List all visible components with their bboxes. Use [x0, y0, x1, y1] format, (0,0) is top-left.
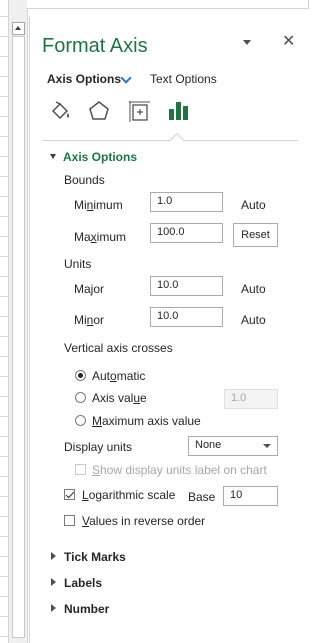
- bounds-label: Bounds: [64, 173, 105, 187]
- number-section[interactable]: Number: [64, 602, 109, 616]
- logarithmic-scale-label[interactable]: Logarithmic scale: [82, 488, 175, 502]
- maximum-axis-value-label[interactable]: Maximum axis value: [92, 414, 201, 428]
- expand-arrow-icon[interactable]: [51, 604, 56, 612]
- axis-options-header[interactable]: Axis Options: [63, 150, 137, 164]
- reset-button[interactable]: Reset: [233, 223, 278, 247]
- tab-axis-options[interactable]: Axis Options: [47, 72, 121, 86]
- worksheet-edge: [0, 0, 9, 643]
- expand-arrow-icon[interactable]: [50, 154, 56, 159]
- vertical-scrollbar[interactable]: [9, 0, 28, 643]
- display-units-select[interactable]: None: [188, 436, 278, 456]
- minimum-label: Minimum: [74, 198, 123, 212]
- minimum-input[interactable]: 1.0: [150, 192, 223, 212]
- window-edge: [27, 0, 309, 9]
- show-display-units-label: Show display units label on chart: [92, 463, 267, 477]
- display-units-label: Display units: [64, 440, 133, 454]
- pane-title: Format Axis: [42, 35, 148, 57]
- tab-text-options[interactable]: Text Options: [150, 72, 217, 86]
- size-properties-icon[interactable]: [126, 98, 152, 124]
- scroll-up-icon[interactable]: [12, 22, 25, 35]
- major-input[interactable]: 10.0: [150, 276, 223, 296]
- chevron-down-icon[interactable]: [243, 40, 251, 45]
- logarithmic-scale-checkbox[interactable]: [64, 489, 75, 500]
- axis-options-icon[interactable]: [166, 98, 192, 124]
- major-label: Major: [74, 282, 105, 296]
- effects-icon[interactable]: [86, 98, 112, 124]
- axis-value-radio[interactable]: [75, 392, 86, 403]
- maximum-label: Maximum: [74, 230, 127, 244]
- maximum-axis-value-radio[interactable]: [75, 415, 86, 426]
- minimum-auto-label: Auto: [241, 198, 266, 212]
- base-input[interactable]: 10: [223, 486, 278, 506]
- show-display-units-checkbox[interactable]: [75, 464, 86, 475]
- expand-arrow-icon[interactable]: [51, 552, 56, 560]
- major-auto-label: Auto: [241, 282, 266, 296]
- chevron-down-icon: [263, 444, 271, 448]
- labels-section[interactable]: Labels: [64, 576, 102, 590]
- expand-arrow-icon[interactable]: [51, 578, 56, 586]
- maximum-input[interactable]: 100.0: [150, 223, 223, 243]
- vertical-axis-crosses-label: Vertical axis crosses: [64, 341, 173, 355]
- reverse-order-label[interactable]: Values in reverse order: [82, 514, 205, 528]
- close-icon[interactable]: ✕: [282, 34, 295, 50]
- automatic-radio[interactable]: [75, 370, 86, 381]
- axis-value-input[interactable]: 1.0: [224, 389, 278, 409]
- base-label: Base: [188, 490, 216, 504]
- minor-label: Minor: [74, 313, 105, 327]
- automatic-label[interactable]: Automatic: [92, 369, 145, 383]
- display-units-value: None: [195, 439, 222, 451]
- axis-value-label[interactable]: Axis value: [92, 391, 147, 405]
- reverse-order-checkbox[interactable]: [64, 515, 75, 526]
- minor-input[interactable]: 10.0: [150, 307, 223, 327]
- minor-auto-label: Auto: [241, 313, 266, 327]
- units-label: Units: [64, 257, 92, 271]
- tick-marks-section[interactable]: Tick Marks: [64, 550, 126, 564]
- scroll-thumb[interactable]: [12, 36, 25, 638]
- fill-line-icon[interactable]: [47, 98, 73, 124]
